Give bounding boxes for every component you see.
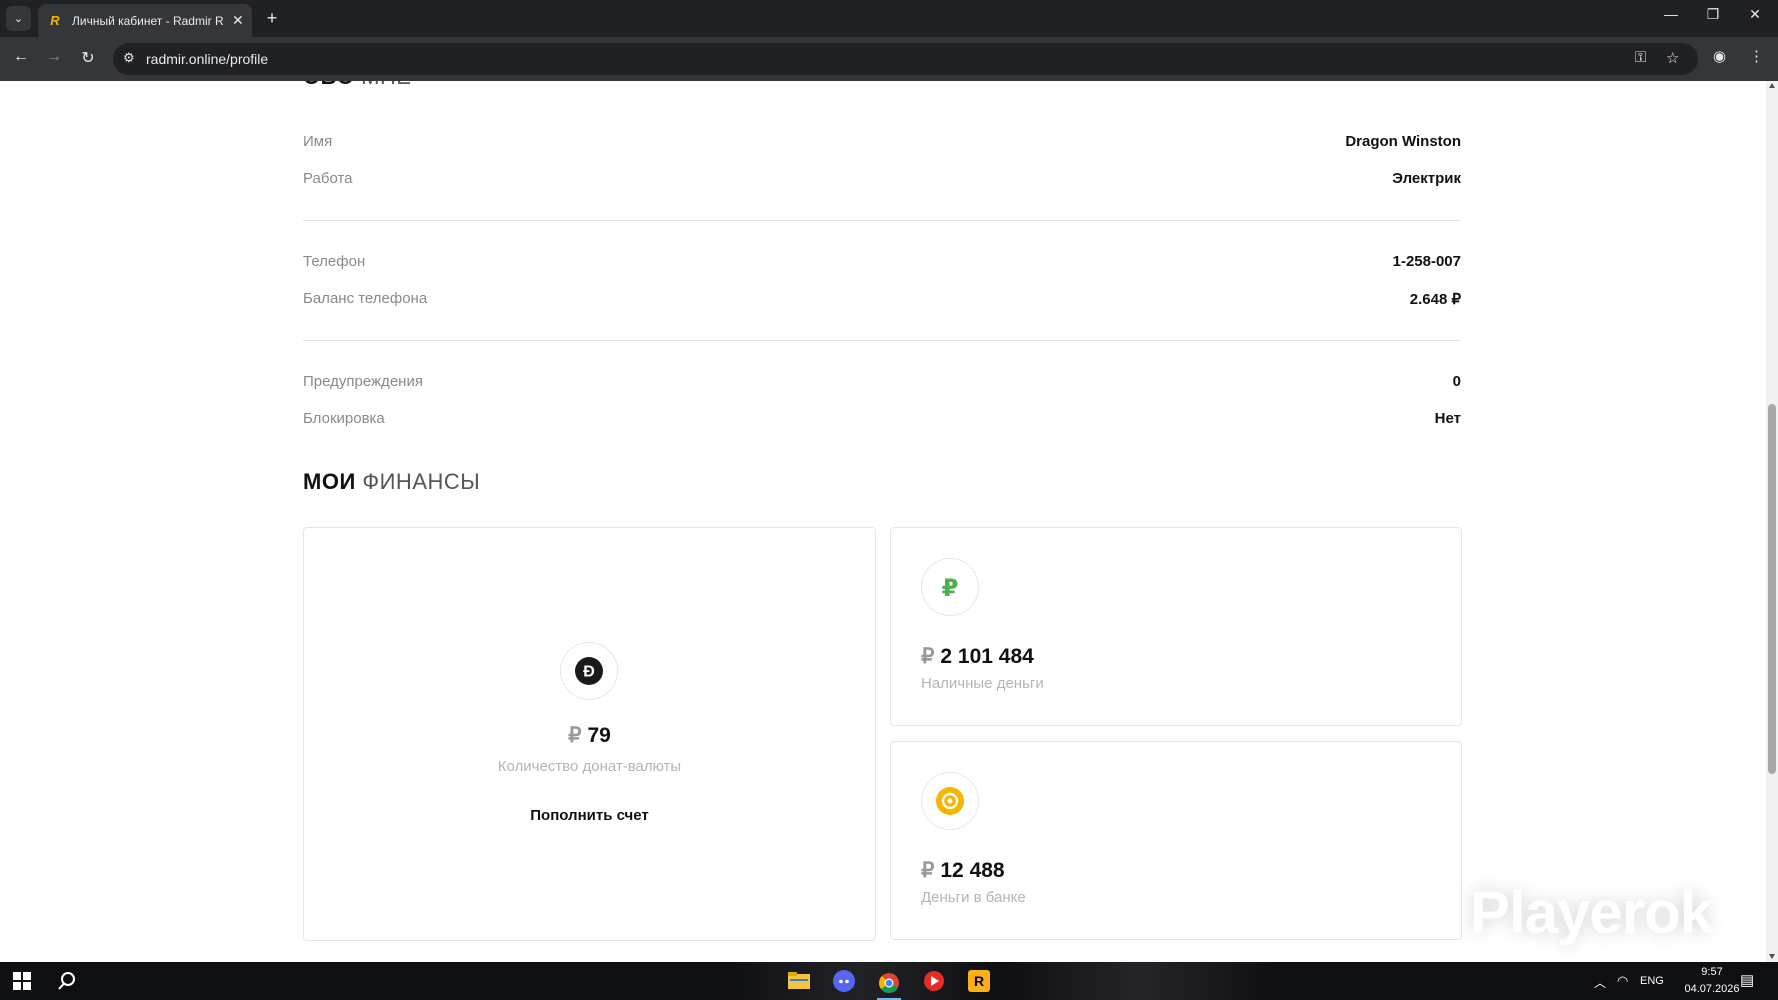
minimize-button[interactable]: — bbox=[1661, 6, 1681, 22]
svg-text:₽: ₽ bbox=[942, 574, 959, 601]
scroll-up-icon[interactable] bbox=[1769, 83, 1775, 88]
close-icon[interactable]: ✕ bbox=[232, 12, 244, 29]
discord-icon bbox=[833, 970, 855, 992]
watermark: Playerok bbox=[1470, 879, 1713, 946]
ruble-icon: ₽ bbox=[942, 574, 959, 601]
browser-tab-active[interactable]: R Личный кабинет - Radmir Role ✕ bbox=[38, 4, 252, 37]
close-window-icon: ✕ bbox=[1749, 6, 1761, 22]
svg-text:R: R bbox=[974, 973, 984, 989]
media-player-button[interactable] bbox=[922, 969, 946, 993]
scrollbar-thumb[interactable] bbox=[1768, 404, 1776, 774]
address-bar[interactable]: ⚙ radmir.online/profile ⚿ ☆ bbox=[113, 43, 1698, 75]
bank-caption: Деньги в банке bbox=[921, 889, 1026, 906]
row-label: Телефон bbox=[303, 253, 366, 270]
info-row-warnings: Предупреждения 0 bbox=[303, 373, 1461, 397]
info-row-phone-balance: Баланс телефона 2.648 ₽ bbox=[303, 290, 1461, 314]
page-scrollbar[interactable] bbox=[1766, 81, 1778, 962]
chevron-up-icon[interactable]: ︿ bbox=[1594, 974, 1606, 991]
notifications-icon[interactable]: ▤ bbox=[1740, 971, 1754, 989]
radmir-favicon-icon: R bbox=[50, 13, 60, 28]
wifi-icon[interactable]: ◠ bbox=[1617, 973, 1628, 989]
info-row-ban: Блокировка Нет bbox=[303, 410, 1461, 434]
menu-dots-icon[interactable]: ⋮ bbox=[1749, 47, 1764, 65]
plus-icon: + bbox=[266, 8, 278, 28]
windows-taskbar: R ︿ ◠ ENG 9:57 04.07.2026 ▤ bbox=[0, 962, 1778, 1000]
windows-logo-icon bbox=[13, 972, 31, 990]
row-value: 0 bbox=[1452, 373, 1461, 390]
svg-text:Đ: Đ bbox=[583, 664, 595, 681]
search-icon bbox=[58, 972, 75, 990]
cash-balance-card: ₽ ₽2 101 484 Наличные деньги bbox=[890, 527, 1462, 726]
bookmark-star-icon[interactable]: ☆ bbox=[1666, 49, 1679, 67]
donate-balance-card: Đ ₽79 Количество донат-валюты Пополнить … bbox=[303, 527, 876, 941]
divider bbox=[303, 220, 1461, 221]
reload-button[interactable]: ↻ bbox=[78, 48, 98, 68]
cash-icon-circle: ₽ bbox=[921, 558, 979, 616]
donate-caption: Количество донат-валюты bbox=[497, 758, 682, 775]
password-key-icon[interactable]: ⚿ bbox=[1635, 49, 1646, 66]
chrome-button[interactable] bbox=[877, 967, 901, 1000]
scroll-down-icon[interactable] bbox=[1769, 954, 1775, 959]
info-row-job: Работа Электрик bbox=[303, 170, 1461, 194]
tab-list-button[interactable]: ⌄ bbox=[6, 6, 31, 31]
bank-coin-icon bbox=[936, 787, 964, 815]
browser-tab-bar: ⌄ R Личный кабинет - Radmir Role ✕ + — ❐… bbox=[0, 0, 1778, 37]
finances-section-title: МОИ ФИНАНСЫ bbox=[303, 469, 481, 494]
page-content: ОБО МНЕ Имя Dragon Winston Работа Электр… bbox=[0, 81, 1766, 962]
row-value: 2.648 ₽ bbox=[1409, 291, 1461, 308]
discord-button[interactable] bbox=[832, 969, 856, 993]
browser-toolbar: ← → ↻ ⚙ radmir.online/profile ⚿ ☆ ◉ ⋮ bbox=[0, 37, 1778, 81]
arrow-left-icon: ← bbox=[13, 48, 29, 65]
chevron-down-icon: ⌄ bbox=[13, 13, 24, 25]
row-label: Работа bbox=[303, 170, 353, 187]
rockstar-launcher-button[interactable]: R bbox=[967, 969, 991, 993]
play-icon bbox=[924, 971, 944, 991]
profile-icon[interactable]: ◉ bbox=[1713, 47, 1726, 65]
folder-icon bbox=[788, 972, 810, 989]
info-row-phone: Телефон 1-258-007 bbox=[303, 253, 1461, 277]
arrow-right-icon: → bbox=[46, 48, 62, 65]
donate-amount: ₽79 bbox=[568, 724, 611, 747]
tab-title: Личный кабинет - Radmir Role bbox=[72, 13, 224, 28]
info-row-name: Имя Dragon Winston bbox=[303, 133, 1461, 157]
clock-time[interactable]: 9:57 bbox=[1687, 966, 1737, 978]
close-window-button[interactable]: ✕ bbox=[1745, 6, 1765, 23]
minimize-icon: — bbox=[1664, 6, 1678, 22]
row-value: 1-258-007 bbox=[1392, 253, 1461, 270]
cash-caption: Наличные деньги bbox=[921, 675, 1044, 692]
chrome-icon bbox=[879, 972, 899, 993]
back-button[interactable]: ← bbox=[11, 48, 31, 66]
site-settings-icon[interactable]: ⚙ bbox=[123, 50, 135, 66]
row-label: Имя bbox=[303, 133, 333, 150]
row-value: Электрик bbox=[1392, 170, 1461, 187]
windows-start-button[interactable] bbox=[10, 969, 34, 993]
reload-icon: ↻ bbox=[81, 50, 95, 67]
new-tab-button[interactable]: + bbox=[262, 8, 282, 29]
forward-button[interactable]: → bbox=[44, 48, 64, 66]
search-button[interactable] bbox=[55, 969, 79, 993]
language-indicator[interactable]: ENG bbox=[1640, 975, 1664, 987]
top-up-button[interactable]: Пополнить счет bbox=[304, 807, 875, 824]
about-section-title: ОБО МНЕ bbox=[303, 81, 412, 90]
restore-icon: ❐ bbox=[1706, 6, 1720, 22]
row-value: Dragon Winston bbox=[1345, 133, 1461, 150]
file-explorer-button[interactable] bbox=[787, 969, 811, 993]
bank-amount: ₽12 488 bbox=[921, 859, 1005, 882]
donate-icon-circle: Đ bbox=[560, 642, 618, 700]
rockstar-icon: R bbox=[968, 970, 990, 992]
divider bbox=[303, 340, 1461, 341]
donate-coin-icon: Đ bbox=[575, 657, 603, 685]
bank-icon-circle bbox=[921, 772, 979, 830]
row-label: Блокировка bbox=[303, 410, 385, 427]
row-label: Предупреждения bbox=[303, 373, 423, 390]
bank-balance-card: ₽12 488 Деньги в банке bbox=[890, 741, 1462, 940]
restore-button[interactable]: ❐ bbox=[1703, 6, 1723, 23]
row-label: Баланс телефона bbox=[303, 290, 428, 307]
row-value: Нет bbox=[1434, 410, 1461, 427]
url-text: radmir.online/profile bbox=[146, 51, 269, 67]
cash-amount: ₽2 101 484 bbox=[921, 645, 1034, 668]
